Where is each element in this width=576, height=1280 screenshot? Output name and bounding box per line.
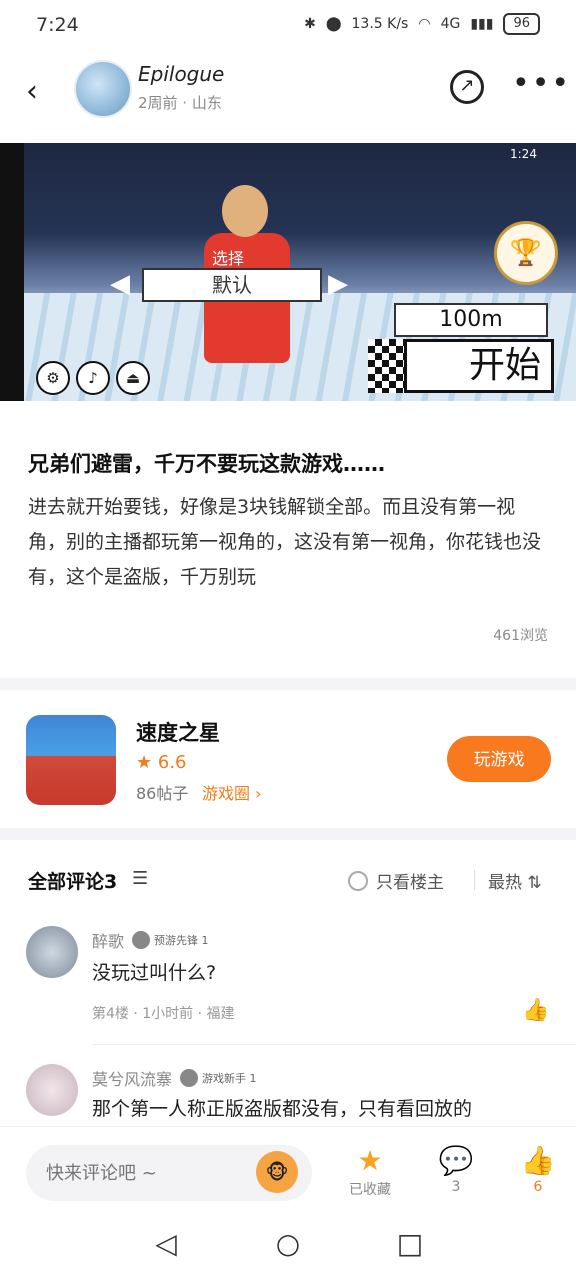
game-rating: ★ 6.6: [136, 752, 187, 773]
section-divider: [0, 828, 576, 840]
game-screenshot: 1:24 选择 默认 ◀ ▶ 🏆 100m 开始 ⚙ ♪ ⏏: [24, 143, 576, 401]
comment-author-name[interactable]: 莫兮风流寨: [92, 1066, 172, 1090]
play-game-button[interactable]: 玩游戏: [447, 736, 551, 782]
comment-text: 没玩过叫什么?: [92, 962, 217, 984]
sort-button[interactable]: 最热 ⇅: [488, 868, 542, 893]
signal-icon: ▮▮▮: [470, 16, 494, 32]
nav-home-icon[interactable]: ○: [268, 1224, 308, 1264]
filter-icon[interactable]: ☰: [132, 868, 148, 889]
author-avatar[interactable]: [74, 60, 132, 118]
comment-icon: 💬: [438, 1144, 474, 1177]
game-circle-link[interactable]: 游戏圈 ›: [202, 780, 262, 804]
left-arrow-icon: ◀: [110, 269, 130, 299]
more-icon[interactable]: •••: [512, 66, 571, 101]
separator: [474, 870, 475, 890]
status-bar: 7:24 ✱ ⬤ 13.5 K/s ◠ 4G ▮▮▮ 96: [0, 0, 576, 52]
star-icon: ★: [136, 752, 153, 773]
hud-icons: ⚙ ♪ ⏏: [36, 361, 150, 395]
right-arrow-icon: ▶: [328, 269, 348, 299]
nav-recents-icon[interactable]: □: [390, 1224, 430, 1264]
sort-label: 最热: [488, 873, 522, 893]
thumbs-up-icon[interactable]: 👍: [522, 998, 549, 1023]
game-circle-label: 游戏圈: [202, 784, 251, 803]
status-time: 7:24: [36, 14, 79, 36]
bottom-action-bar: 🐵 ★ 已收藏 💬 3 👍 6: [0, 1126, 576, 1211]
post-body: 进去就开始要钱，好像是3块钱解锁全部。而且没有第一视角，别的主播都玩第一视角的，…: [28, 496, 542, 588]
comment-text: 那个第一人称正版盗版都没有，只有看回放的: [92, 1098, 473, 1120]
game-icon[interactable]: [26, 715, 116, 805]
badge-label: 游戏新手 1: [202, 1072, 257, 1085]
comment-author-name[interactable]: 醉歌: [92, 928, 124, 952]
badge-icon: [180, 1069, 199, 1087]
mascot-icon[interactable]: 🐵: [256, 1151, 298, 1193]
comment-avatar[interactable]: [26, 926, 78, 978]
post-title: 兄弟们避雷，千万不要玩这款游戏……: [28, 452, 385, 476]
status-icons: ✱ ⬤ 13.5 K/s ◠ 4G ▮▮▮ 96: [304, 13, 540, 35]
start-label: 开始: [404, 339, 554, 393]
location-icon: ⬤: [325, 16, 342, 32]
distance-label: 100m: [394, 303, 548, 337]
radio-icon: [348, 870, 368, 891]
collect-label: 已收藏: [349, 1182, 391, 1198]
collect-button[interactable]: ★ 已收藏: [340, 1145, 400, 1199]
badge-label: 预游先锋 1: [154, 934, 209, 947]
sound-icon: ♪: [76, 361, 110, 395]
only-owner-toggle[interactable]: 只看楼主: [348, 868, 444, 893]
rating-value: 6.6: [157, 752, 187, 773]
nav-back-icon[interactable]: ◁: [146, 1224, 186, 1264]
net-speed: 13.5 K/s: [351, 16, 409, 32]
like-count: 6: [533, 1179, 543, 1195]
hud-time: 1:24: [510, 147, 537, 161]
chevron-right-icon: ›: [255, 784, 262, 803]
game-post-count: 86帖子: [136, 784, 189, 803]
back-icon[interactable]: ‹: [26, 74, 38, 109]
badge-icon: [132, 931, 151, 949]
post-meta: 2周前 · 山东: [138, 94, 222, 112]
exit-icon: ⏏: [116, 361, 150, 395]
star-icon: ★: [357, 1144, 383, 1177]
signal-label: 4G: [440, 16, 461, 32]
comment-author: 莫兮风流寨 游戏新手 1: [92, 1066, 257, 1090]
game-name[interactable]: 速度之星: [136, 717, 220, 747]
only-owner-label: 只看楼主: [376, 873, 444, 893]
author-name[interactable]: Epilogue: [138, 62, 224, 86]
share-icon[interactable]: ↗: [450, 70, 484, 104]
character-select: 默认: [142, 268, 322, 302]
comment-avatar[interactable]: [26, 1064, 78, 1116]
user-badge: 预游先锋 1: [132, 931, 209, 949]
checkered-flag-icon: [368, 339, 408, 393]
comment-divider: [92, 1044, 576, 1045]
sort-icon: ⇅: [527, 873, 542, 893]
bluetooth-icon: ✱: [304, 16, 316, 32]
comment-meta: 第4楼 · 1小时前 · 福建: [92, 1006, 235, 1022]
system-nav-bar: ◁ ○ □: [0, 1210, 576, 1280]
comment-author: 醉歌 预游先锋 1: [92, 928, 209, 952]
select-label: 选择: [212, 249, 245, 268]
comment-count: 3: [451, 1179, 461, 1195]
battery-indicator: 96: [503, 13, 540, 35]
runner-head: [222, 185, 268, 237]
post-header: ‹ Epilogue 2周前 · 山东 ↗ •••: [0, 52, 576, 142]
comment-button[interactable]: 💬 3: [426, 1144, 486, 1196]
like-button[interactable]: 👍 6: [508, 1144, 568, 1196]
thumbs-up-icon: 👍: [520, 1144, 556, 1177]
comments-title: 全部评论3: [28, 871, 118, 893]
user-badge: 游戏新手 1: [180, 1069, 257, 1087]
post-image[interactable]: 1:24 选择 默认 ◀ ▶ 🏆 100m 开始 ⚙ ♪ ⏏: [0, 143, 576, 401]
view-count: 461浏览: [493, 628, 548, 644]
settings-icon: ⚙: [36, 361, 70, 395]
wifi-icon: ◠: [418, 16, 431, 32]
trophy-icon: 🏆: [494, 221, 558, 285]
section-divider: [0, 678, 576, 690]
